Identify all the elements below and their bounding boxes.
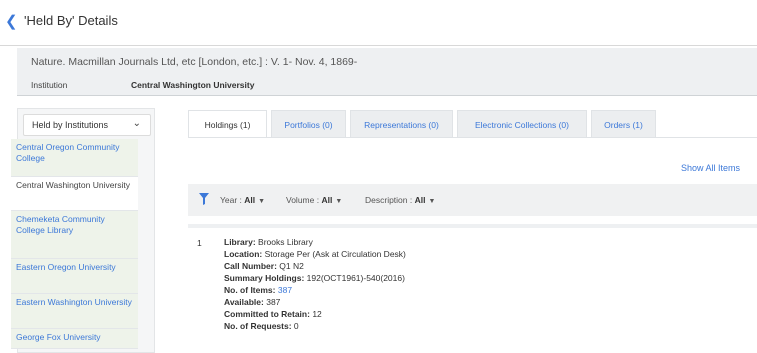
caret-down-icon: ▼ [258,198,266,205]
institution-label: Institution [31,80,68,90]
items-count-row: No. of Items: 387 [224,284,744,296]
location-label: Location: [224,249,263,259]
requests-row: No. of Requests: 0 [224,320,744,332]
tab-orders[interactable]: Orders (1) [591,110,656,138]
filter-bar: Year : All ▼ Volume : All ▼ Description : … [188,184,757,216]
tabs-divider [188,137,757,138]
tab-holdings[interactable]: Holdings (1) [188,110,267,138]
description-filter-value: All [414,195,426,205]
volume-filter[interactable]: Volume : All ▼ [286,195,342,205]
available-row: Available: 387 [224,296,744,308]
tab-electronic-collections[interactable]: Electronic Collections (0) [457,110,587,138]
page-title: 'Held By' Details [24,13,118,28]
record-info-bar: Nature. Macmillan Journals Ltd, etc [Lon… [17,48,757,96]
requests-value: 0 [293,321,299,331]
back-chevron-icon[interactable]: ❮ [5,14,19,30]
committed-to-retain-label: Committed to Retain: [224,309,310,319]
institution-item-eastern-washington[interactable]: Eastern Washington University [11,294,138,329]
record-title: Nature. Macmillan Journals Ltd, etc [Lon… [31,56,358,68]
results-divider [188,224,757,228]
description-filter-label: Description : [365,195,413,205]
location-value: Storage Per (Ask at Circulation Desk) [264,249,406,259]
caret-down-icon: ▼ [335,198,343,205]
institution-item-eastern-oregon[interactable]: Eastern Oregon University [11,259,138,294]
year-filter-value: All [244,195,256,205]
call-number-value: Q1 N2 [279,261,304,271]
held-by-dropdown-label: Held by Institutions [32,120,109,130]
items-count-label: No. of Items: [224,285,276,295]
volume-filter-label: Volume : [286,195,320,205]
institution-list: Central Oregon Community College Central… [11,139,138,349]
summary-holdings-row: Summary Holdings: 192(OCT1961)-540(2016) [224,272,744,284]
page-header: ❮ 'Held By' Details [0,0,757,46]
holding-index: 1 [197,238,202,248]
items-count-link[interactable]: 387 [278,285,292,295]
caret-down-icon: ▼ [428,198,436,205]
show-all-items-link[interactable]: Show All Items [681,163,740,173]
tab-representations[interactable]: Representations (0) [350,110,453,138]
tab-portfolios[interactable]: Portfolios (0) [271,110,346,138]
available-label: Available: [224,297,264,307]
institution-item-central-washington[interactable]: Central Washington University [11,177,138,211]
volume-filter-value: All [321,195,333,205]
institution-item-george-fox[interactable]: George Fox University [11,329,138,349]
committed-to-retain-row: Committed to Retain: 12 [224,308,744,320]
committed-to-retain-value: 12 [312,309,322,319]
institution-item-chemeketa[interactable]: Chemeketa Community College Library [11,211,138,259]
call-number-row: Call Number: Q1 N2 [224,260,744,272]
description-filter[interactable]: Description : All ▼ [365,195,435,205]
location-row: Location: Storage Per (Ask at Circulatio… [224,248,744,260]
held-by-institutions-dropdown[interactable]: Held by Institutions ⌄ [23,114,151,136]
year-filter[interactable]: Year : All ▼ [220,195,265,205]
library-value: Brooks Library [258,237,313,247]
institution-item-central-oregon[interactable]: Central Oregon Community College [11,139,138,177]
chevron-down-icon: ⌄ [132,118,141,129]
summary-holdings-value: 192(OCT1961)-540(2016) [306,273,405,283]
filter-funnel-icon[interactable] [199,193,209,205]
holding-details: Library: Brooks Library Location: Storag… [224,236,744,332]
library-label: Library: [224,237,256,247]
year-filter-label: Year : [220,195,242,205]
library-row: Library: Brooks Library [224,236,744,248]
summary-holdings-label: Summary Holdings: [224,273,305,283]
requests-label: No. of Requests: [224,321,292,331]
institution-value: Central Washington University [131,80,255,90]
call-number-label: Call Number: [224,261,277,271]
available-value: 387 [266,297,281,307]
